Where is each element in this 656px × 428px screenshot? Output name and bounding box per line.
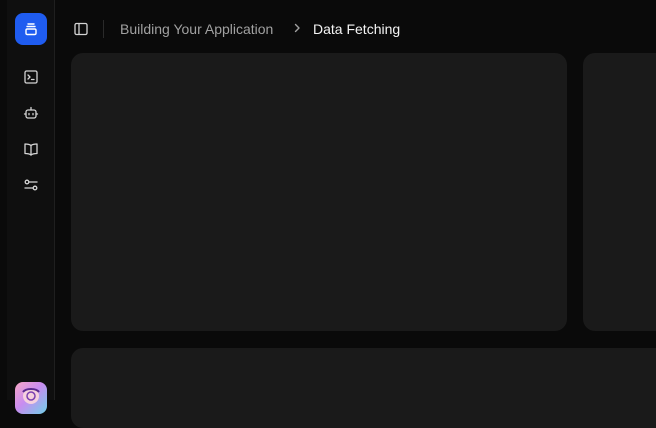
placeholder-card-wide <box>71 348 656 428</box>
sidebar-item-docs[interactable] <box>21 139 41 159</box>
breadcrumb-current-page: Data Fetching <box>313 21 401 37</box>
sidebar-item-bot[interactable] <box>21 103 41 123</box>
book-open-icon <box>24 143 38 156</box>
panel-left-icon <box>74 22 88 36</box>
terminal-icon <box>24 70 38 84</box>
avatar[interactable] <box>15 382 47 414</box>
settings-sliders-icon <box>24 179 38 191</box>
placeholder-card-2 <box>583 53 656 331</box>
header-divider <box>103 20 104 38</box>
placeholder-card-1 <box>71 53 567 331</box>
avatar-face-icon <box>22 388 40 404</box>
sidebar-item-settings[interactable] <box>21 175 41 195</box>
layers-icon <box>25 23 37 36</box>
sidebar <box>7 0 55 414</box>
breadcrumb-parent-link[interactable]: Building Your Application <box>120 20 273 38</box>
sidebar-toggle-button[interactable] <box>72 20 90 38</box>
sidebar-item-terminal[interactable] <box>21 67 41 87</box>
app-logo-button[interactable] <box>15 13 47 45</box>
header: Building Your Application Data Fetching <box>55 0 656 58</box>
chevron-right-icon <box>290 21 304 35</box>
bot-icon <box>23 106 39 119</box>
